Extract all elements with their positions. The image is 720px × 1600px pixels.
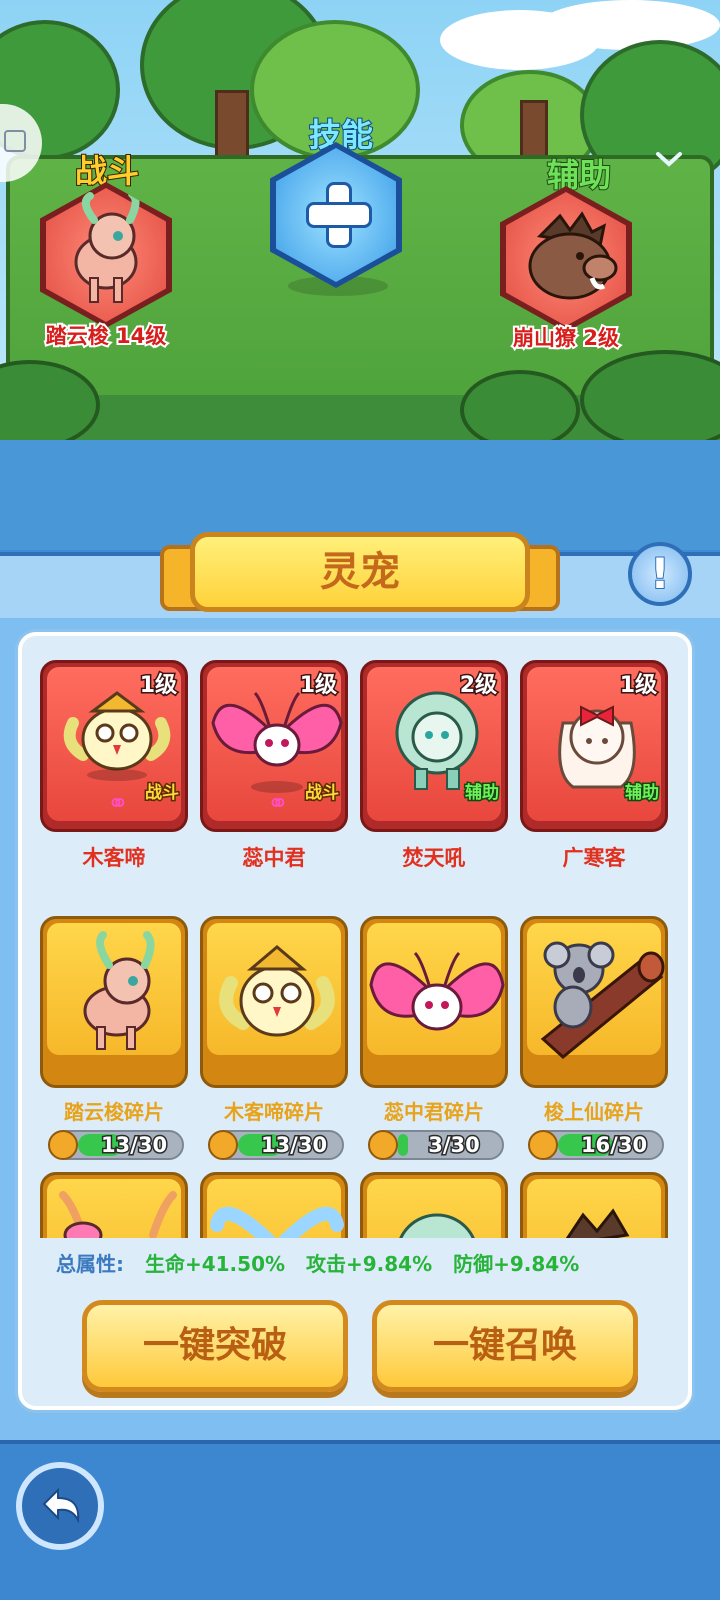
- fragment-progress: 13/30: [48, 1130, 184, 1160]
- fragment-card[interactable]: [360, 1172, 508, 1238]
- back-arrow-icon: [42, 1487, 80, 1524]
- fragment-name: 蕊中君碎片: [384, 1100, 484, 1124]
- pet-name: 木客啼: [82, 846, 146, 870]
- stats-label: 总属性:: [56, 1252, 124, 1276]
- breakthrough-all-button[interactable]: 一键突破: [82, 1300, 348, 1392]
- progress-text: 3/30: [427, 1132, 482, 1159]
- fragment-card[interactable]: [200, 916, 348, 1088]
- pet-name: 广寒客: [562, 846, 626, 870]
- exclamation-icon: !: [649, 548, 670, 599]
- fragment-card[interactable]: [40, 916, 188, 1088]
- wing-fragment-icon: [210, 1206, 344, 1238]
- pet-card[interactable]: 1级 战斗 ⚭: [200, 660, 348, 832]
- stat-hp: 生命+41.50%: [144, 1252, 286, 1276]
- fragment-progress: 3/30: [368, 1130, 504, 1160]
- fragment-bag-icon: [48, 1130, 78, 1160]
- plus-icon: [306, 182, 372, 248]
- favorite-icon: ⚭: [267, 789, 289, 819]
- breakthrough-label: 一键突破: [142, 1325, 287, 1366]
- pet-name: 焚天吼: [402, 846, 466, 870]
- koala-fragment-icon: [540, 941, 665, 1059]
- stat-def: 防御+9.84%: [453, 1252, 580, 1276]
- favorite-icon: ⚭: [107, 789, 129, 819]
- pet-card[interactable]: 2级 辅助: [360, 660, 508, 832]
- pet-level: 1级: [618, 672, 658, 700]
- deer-fragment-icon: [83, 931, 155, 1050]
- progress-text: 16/30: [579, 1132, 648, 1159]
- fragment-card[interactable]: [360, 916, 508, 1088]
- pet-role: 战斗: [304, 782, 341, 805]
- fragment-progress: 16/30: [528, 1130, 664, 1160]
- pet-level: 1级: [138, 672, 178, 700]
- fragment-card[interactable]: [40, 1172, 188, 1238]
- pet-name: 蕊中君: [242, 846, 306, 870]
- moth-fragment-icon: [369, 951, 505, 1031]
- assist-pet-label: 崩山獠 2级: [511, 324, 621, 352]
- total-stats: 总属性: 生命+41.50% 攻击+9.84% 防御+9.84%: [56, 1248, 579, 1277]
- back-button[interactable]: [16, 1462, 104, 1550]
- stat-atk: 攻击+9.84%: [306, 1252, 433, 1276]
- owl-fragment-icon: [219, 945, 335, 1037]
- lion-fragment-icon: [399, 1213, 475, 1238]
- fragment-progress: 13/30: [208, 1130, 344, 1160]
- bottom-bar: [0, 1440, 720, 1600]
- cloud: [540, 0, 720, 50]
- fragment-card[interactable]: [520, 916, 668, 1088]
- fight-pet-label: 踏云梭 14级: [44, 322, 169, 350]
- battle-scene: 战斗 踏云梭 14级 技能 辅助 崩山獠 2级: [0, 0, 720, 440]
- fragment-bag-icon: [208, 1130, 238, 1160]
- fragment-bag-icon: [368, 1130, 398, 1160]
- fragment-name: 踏云梭碎片: [64, 1100, 164, 1124]
- panel-title: 灵宠: [320, 549, 400, 595]
- pet-card[interactable]: 1级 战斗 ⚭: [40, 660, 188, 832]
- pet-role: 辅助: [464, 782, 501, 805]
- chevron-down-icon[interactable]: [654, 150, 684, 170]
- fragment-name: 木客啼碎片: [224, 1100, 324, 1124]
- pet-grid-scroll[interactable]: 1级 战斗 ⚭ 木客啼 1级 战斗 ⚭ 蕊中君 2级 辅助 焚天吼 1级 辅助 …: [22, 636, 688, 1238]
- pet-role: 辅助: [624, 782, 661, 805]
- pet-role: 战斗: [144, 782, 181, 805]
- fragment-name: 梭上仙碎片: [544, 1100, 644, 1124]
- progress-text: 13/30: [259, 1132, 328, 1159]
- panel-title-banner: 灵宠: [190, 532, 530, 612]
- assist-slot-title: 辅助: [546, 155, 612, 195]
- antler-deer-fragment-icon: [59, 1191, 177, 1238]
- fragment-bag-icon: [528, 1130, 558, 1160]
- pet-level: 1级: [298, 672, 338, 700]
- bush: [460, 370, 580, 440]
- menu-icon: [4, 130, 26, 152]
- fragment-card[interactable]: [200, 1172, 348, 1238]
- progress-text: 13/30: [99, 1132, 168, 1159]
- pet-level: 2级: [458, 672, 498, 700]
- summon-label: 一键召唤: [432, 1325, 577, 1366]
- boar-fragment-icon: [565, 1208, 630, 1238]
- fragment-card[interactable]: [520, 1172, 668, 1238]
- summon-all-button[interactable]: 一键召唤: [372, 1300, 638, 1392]
- info-button[interactable]: !: [628, 542, 692, 606]
- pet-list-area: 1级 战斗 ⚭ 木客啼 1级 战斗 ⚭ 蕊中君 2级 辅助 焚天吼 1级 辅助 …: [18, 632, 692, 1410]
- pet-card[interactable]: 1级 辅助: [520, 660, 668, 832]
